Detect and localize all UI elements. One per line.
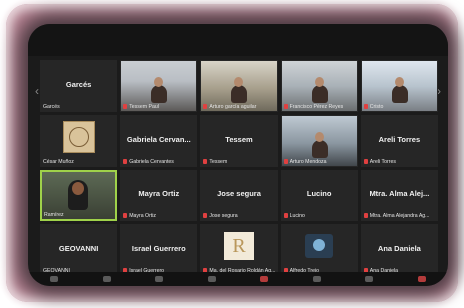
muted-mic-icon xyxy=(283,213,288,219)
participant-name-text: Ramírez xyxy=(44,212,64,219)
participant-name-label: Gabriela Cervantes xyxy=(123,158,194,165)
video-feed xyxy=(151,84,168,103)
participant-name-label: Francisco Pérez Reyes xyxy=(283,103,355,110)
participant-name-text: Mtra. Alma Alejandra Ag... xyxy=(369,213,430,220)
participant-name-text: Arturo garcía aguilar xyxy=(209,103,257,110)
video-feed-head xyxy=(394,76,404,87)
participant-tile[interactable]: Areli Torres Areli Torres xyxy=(360,114,438,167)
video-feed xyxy=(311,84,328,103)
participant-name-label: Mayra Ortiz xyxy=(123,213,194,219)
muted-mic-icon xyxy=(123,213,128,219)
participant-name-text: Jose segura xyxy=(209,213,238,220)
participants-icon[interactable] xyxy=(155,276,164,282)
participant-tile[interactable]: R Ma. del Rosario Roldán Ag... xyxy=(200,224,278,276)
muted-mic-icon xyxy=(363,103,368,109)
participant-name-label: Arturo garcía aguilar xyxy=(203,103,274,110)
video-feed xyxy=(231,84,248,103)
participant-tile[interactable]: Ramírez xyxy=(40,169,118,222)
muted-mic-icon xyxy=(203,213,208,219)
muted-mic-icon xyxy=(283,103,288,109)
muted-mic-icon xyxy=(123,158,128,164)
participant-display-name: Israel Guerrero xyxy=(131,244,186,254)
participant-tile[interactable]: Lucino Lucino xyxy=(280,169,358,222)
share-screen-icon[interactable] xyxy=(312,276,321,282)
participant-name-text: Francisco Pérez Reyes xyxy=(289,103,344,110)
participant-name-text: Arturo Mendoza xyxy=(289,158,327,165)
participant-name-label: Cristo xyxy=(363,103,435,110)
participant-display-name: Areli Torres xyxy=(378,134,421,144)
participant-name-label: Arturo Mendoza xyxy=(283,158,355,165)
participant-name-label: Jose segura xyxy=(203,213,274,219)
muted-mic-icon xyxy=(363,213,368,219)
participant-name-text: Cristo xyxy=(369,103,384,110)
participant-name-text: Garcés xyxy=(43,103,60,110)
participant-name-label: Tessem xyxy=(203,158,274,165)
participant-tile[interactable]: Cristo xyxy=(360,60,438,112)
meeting-screen: ‹ › Garcés Garcés Tessem Paul Arturo garcía… xyxy=(28,24,448,286)
participant-display-name: Mtra. Alma Alej... xyxy=(369,189,430,199)
participant-name-label: Garcés xyxy=(43,104,114,110)
participant-name-text: Tessem xyxy=(209,158,228,165)
participant-display-name: Tessem xyxy=(225,134,253,144)
muted-mic-icon xyxy=(203,103,208,109)
participant-name-text: Tessem Paul xyxy=(129,103,159,110)
profile-picture xyxy=(62,120,95,153)
participant-tile[interactable]: Mayra Ortiz Mayra Ortiz xyxy=(120,169,198,222)
profile-picture: R xyxy=(223,232,254,261)
participant-name-label: Lucino xyxy=(283,213,355,220)
video-feed-head xyxy=(314,76,324,87)
muted-mic-icon xyxy=(283,158,288,164)
participant-name-label: Areli Torres xyxy=(363,158,435,165)
participant-name-text: Areli Torres xyxy=(369,158,396,165)
participant-tile[interactable]: Tessem Tessem xyxy=(200,114,278,167)
participant-display-name: Gabriela Cervan... xyxy=(126,134,191,144)
video-icon[interactable] xyxy=(102,276,111,282)
participant-name-label: Ramírez xyxy=(44,212,113,218)
participant-tile[interactable]: Gabriela Cervan... Gabriela Cervantes xyxy=(120,114,198,167)
participant-display-name: Garcés xyxy=(65,79,92,89)
participant-display-name: Lucino xyxy=(306,189,332,199)
muted-mic-icon xyxy=(363,158,368,164)
participant-tile[interactable]: Ana Daniela Ana Daniela xyxy=(360,224,438,276)
video-feed-head xyxy=(314,131,324,142)
participant-display-name: Jose segura xyxy=(217,189,261,199)
reactions-icon[interactable] xyxy=(365,276,374,282)
participant-tile[interactable]: Francisco Pérez Reyes xyxy=(280,60,358,112)
participant-name-text: Gabriela Cervantes xyxy=(129,158,174,165)
participant-tile[interactable]: Israel Guerrero Israel Guerrero xyxy=(120,224,198,276)
participant-tile[interactable]: Alfredo Trejo xyxy=(280,224,358,276)
video-feed xyxy=(391,84,408,103)
participant-tile[interactable]: Mtra. Alma Alej... Mtra. Alma Alejandra A… xyxy=(360,169,438,222)
participant-name-label: Mtra. Alma Alejandra Ag... xyxy=(363,213,435,220)
video-feed-head xyxy=(154,76,164,87)
participant-name-text: Lucino xyxy=(289,213,305,220)
participant-display-name: GEOVANNI xyxy=(58,244,99,254)
chat-icon[interactable] xyxy=(207,276,216,282)
gallery-grid: Garcés Garcés Tessem Paul Arturo garcía agu… xyxy=(40,60,438,276)
video-feed xyxy=(311,139,328,158)
participant-name-text: César Muñoz xyxy=(43,158,74,165)
video-feed xyxy=(68,179,88,210)
muted-mic-icon xyxy=(123,103,128,109)
participant-display-name: Mayra Ortiz xyxy=(138,189,180,199)
top-bar xyxy=(28,24,448,56)
participant-tile[interactable]: Tessem Paul xyxy=(120,60,198,112)
participant-tile[interactable]: Jose segura Jose segura xyxy=(200,169,278,222)
participant-tile[interactable]: César Muñoz xyxy=(40,114,118,167)
muted-mic-icon xyxy=(203,158,208,164)
leave-button[interactable] xyxy=(417,276,426,282)
participant-display-name: Ana Daniela xyxy=(377,244,421,254)
record-icon[interactable] xyxy=(260,276,269,282)
participant-name-label: Tessem Paul xyxy=(123,103,194,110)
participant-tile[interactable]: Arturo Mendoza xyxy=(280,114,358,167)
photo-frame: ‹ › Garcés Garcés Tessem Paul Arturo garcía… xyxy=(6,4,458,302)
profile-picture xyxy=(305,234,334,259)
participant-tile[interactable]: GEOVANNI GEOVANNI xyxy=(40,224,118,276)
participant-tile[interactable]: Garcés Garcés xyxy=(40,60,118,112)
mute-icon[interactable] xyxy=(50,276,59,282)
participant-name-text: Mayra Ortiz xyxy=(129,213,156,220)
participant-name-label: César Muñoz xyxy=(43,159,114,165)
participant-tile[interactable]: Arturo garcía aguilar xyxy=(200,60,278,112)
meeting-toolbar xyxy=(28,272,448,286)
